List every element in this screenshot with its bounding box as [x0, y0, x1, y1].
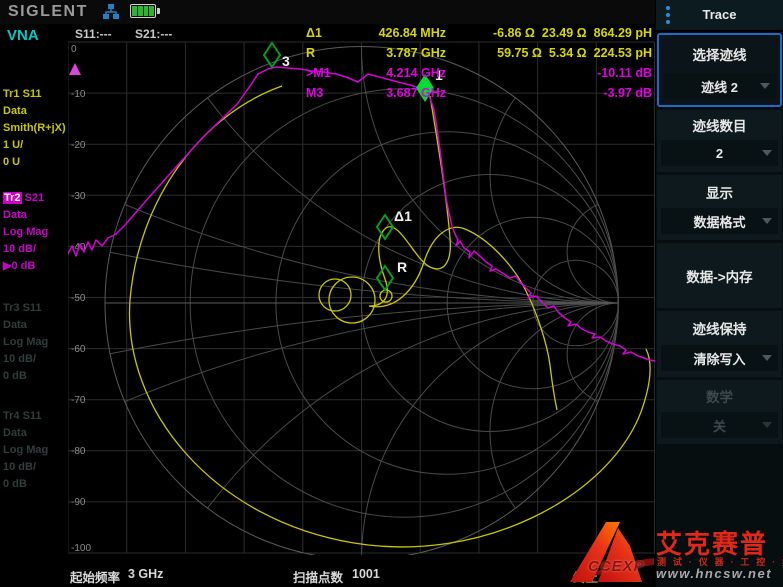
svg-text:-70: -70: [71, 395, 86, 406]
svg-text:-60: -60: [71, 344, 86, 355]
trace-count-value: 2: [661, 140, 778, 166]
siglent-logo: SIGLENT: [8, 3, 88, 21]
sidebar-trace3[interactable]: Tr3 S11 Data Log Mag 10 dB/ 0 dB: [3, 300, 67, 385]
math-button: 数学 关: [657, 380, 782, 444]
vna-screen: SIGLENT VNA S11:--- S21:--- Tr1 S11 Data…: [0, 0, 783, 587]
svg-text:-20: -20: [71, 140, 86, 151]
sidebar-trace4[interactable]: Tr4 S11 Data Log Mag 10 dB/ 0 dB: [3, 408, 67, 493]
trace2-id: Tr2: [3, 192, 22, 204]
readout-m3: M33.687 GHz-3.97 dB: [306, 86, 652, 100]
math-value: 关: [661, 412, 778, 438]
chevron-down-icon: [760, 83, 770, 89]
softkey-panel: Trace 选择迹线 迹线 2 迹线数目 2 显示 数据格式 数据->内存 迹线…: [656, 0, 783, 587]
display-format-button[interactable]: 显示 数据格式: [657, 175, 782, 240]
trace-hold-value: 清除写入: [661, 345, 778, 371]
sweep-statusbar: 起始频率 3 GHz 扫描点数 1001 终止: [0, 556, 655, 587]
marker-3-label: 3: [282, 53, 290, 69]
svg-text:-30: -30: [71, 191, 86, 202]
marker-delta1-label: Δ1: [394, 208, 412, 224]
battery-icon: [130, 4, 156, 18]
titlebar: SIGLENT: [0, 0, 655, 24]
readout-delta1: Δ1426.84 MHz-6.86 Ω 23.49 Ω 864.29 pH: [306, 26, 652, 40]
readout-m1: >M14.214 GHz-10.11 dB: [306, 66, 652, 80]
trace1-id: Tr1: [3, 88, 20, 100]
svg-text:-100: -100: [71, 543, 91, 554]
svg-text:-50: -50: [71, 293, 86, 304]
smith-chart-display: 0 -10 -20 -30 -40 -50 -60 -70 -80 -90 -1…: [68, 38, 655, 555]
panel-title: Trace: [656, 7, 783, 22]
start-freq-value: 3 GHz: [128, 567, 163, 581]
select-trace-value: 迹线 2: [663, 73, 776, 99]
start-freq-label: 起始频率: [70, 567, 120, 586]
chevron-down-icon: [762, 422, 772, 428]
svg-text:-10: -10: [71, 89, 86, 100]
trace-hold-button[interactable]: 迹线保持 清除写入: [657, 311, 782, 377]
sweep-points-label: 扫描点数: [293, 567, 343, 586]
chevron-down-icon: [762, 218, 772, 224]
mode-label: VNA: [7, 27, 39, 44]
trace1-smith-curve: [130, 86, 651, 547]
marker-3-diamond[interactable]: [264, 43, 280, 67]
sidebar-trace1[interactable]: Tr1 S11 Data Smith(R+jX) 1 U/ 0 U: [3, 86, 67, 171]
select-trace-button[interactable]: 选择迹线 迹线 2: [657, 33, 782, 107]
svg-text:0: 0: [71, 44, 77, 55]
sweep-points-value: 1001: [352, 567, 380, 581]
chevron-down-icon: [762, 150, 772, 156]
panel-header[interactable]: Trace: [656, 0, 783, 32]
svg-text:-80: -80: [71, 446, 86, 457]
marker-ref-label: R: [397, 259, 407, 275]
sidebar-trace2-active[interactable]: Tr2 S21 Data Log Mag 10 dB/ ▶0 dB: [3, 190, 67, 275]
stop-freq-label: 终止: [573, 567, 598, 586]
trace-count-button[interactable]: 迹线数目 2: [657, 110, 782, 172]
svg-text:-90: -90: [71, 497, 86, 508]
ref-level-marker: [69, 63, 81, 75]
data-to-memory-button[interactable]: 数据->内存: [657, 243, 782, 308]
battery-nub: [157, 8, 160, 14]
display-format-value: 数据格式: [661, 208, 778, 234]
chevron-down-icon: [762, 355, 772, 361]
readout-ref: R3.787 GHz59.75 Ω 5.34 Ω 224.53 pH: [306, 46, 652, 60]
lan-network-icon: [102, 3, 120, 21]
